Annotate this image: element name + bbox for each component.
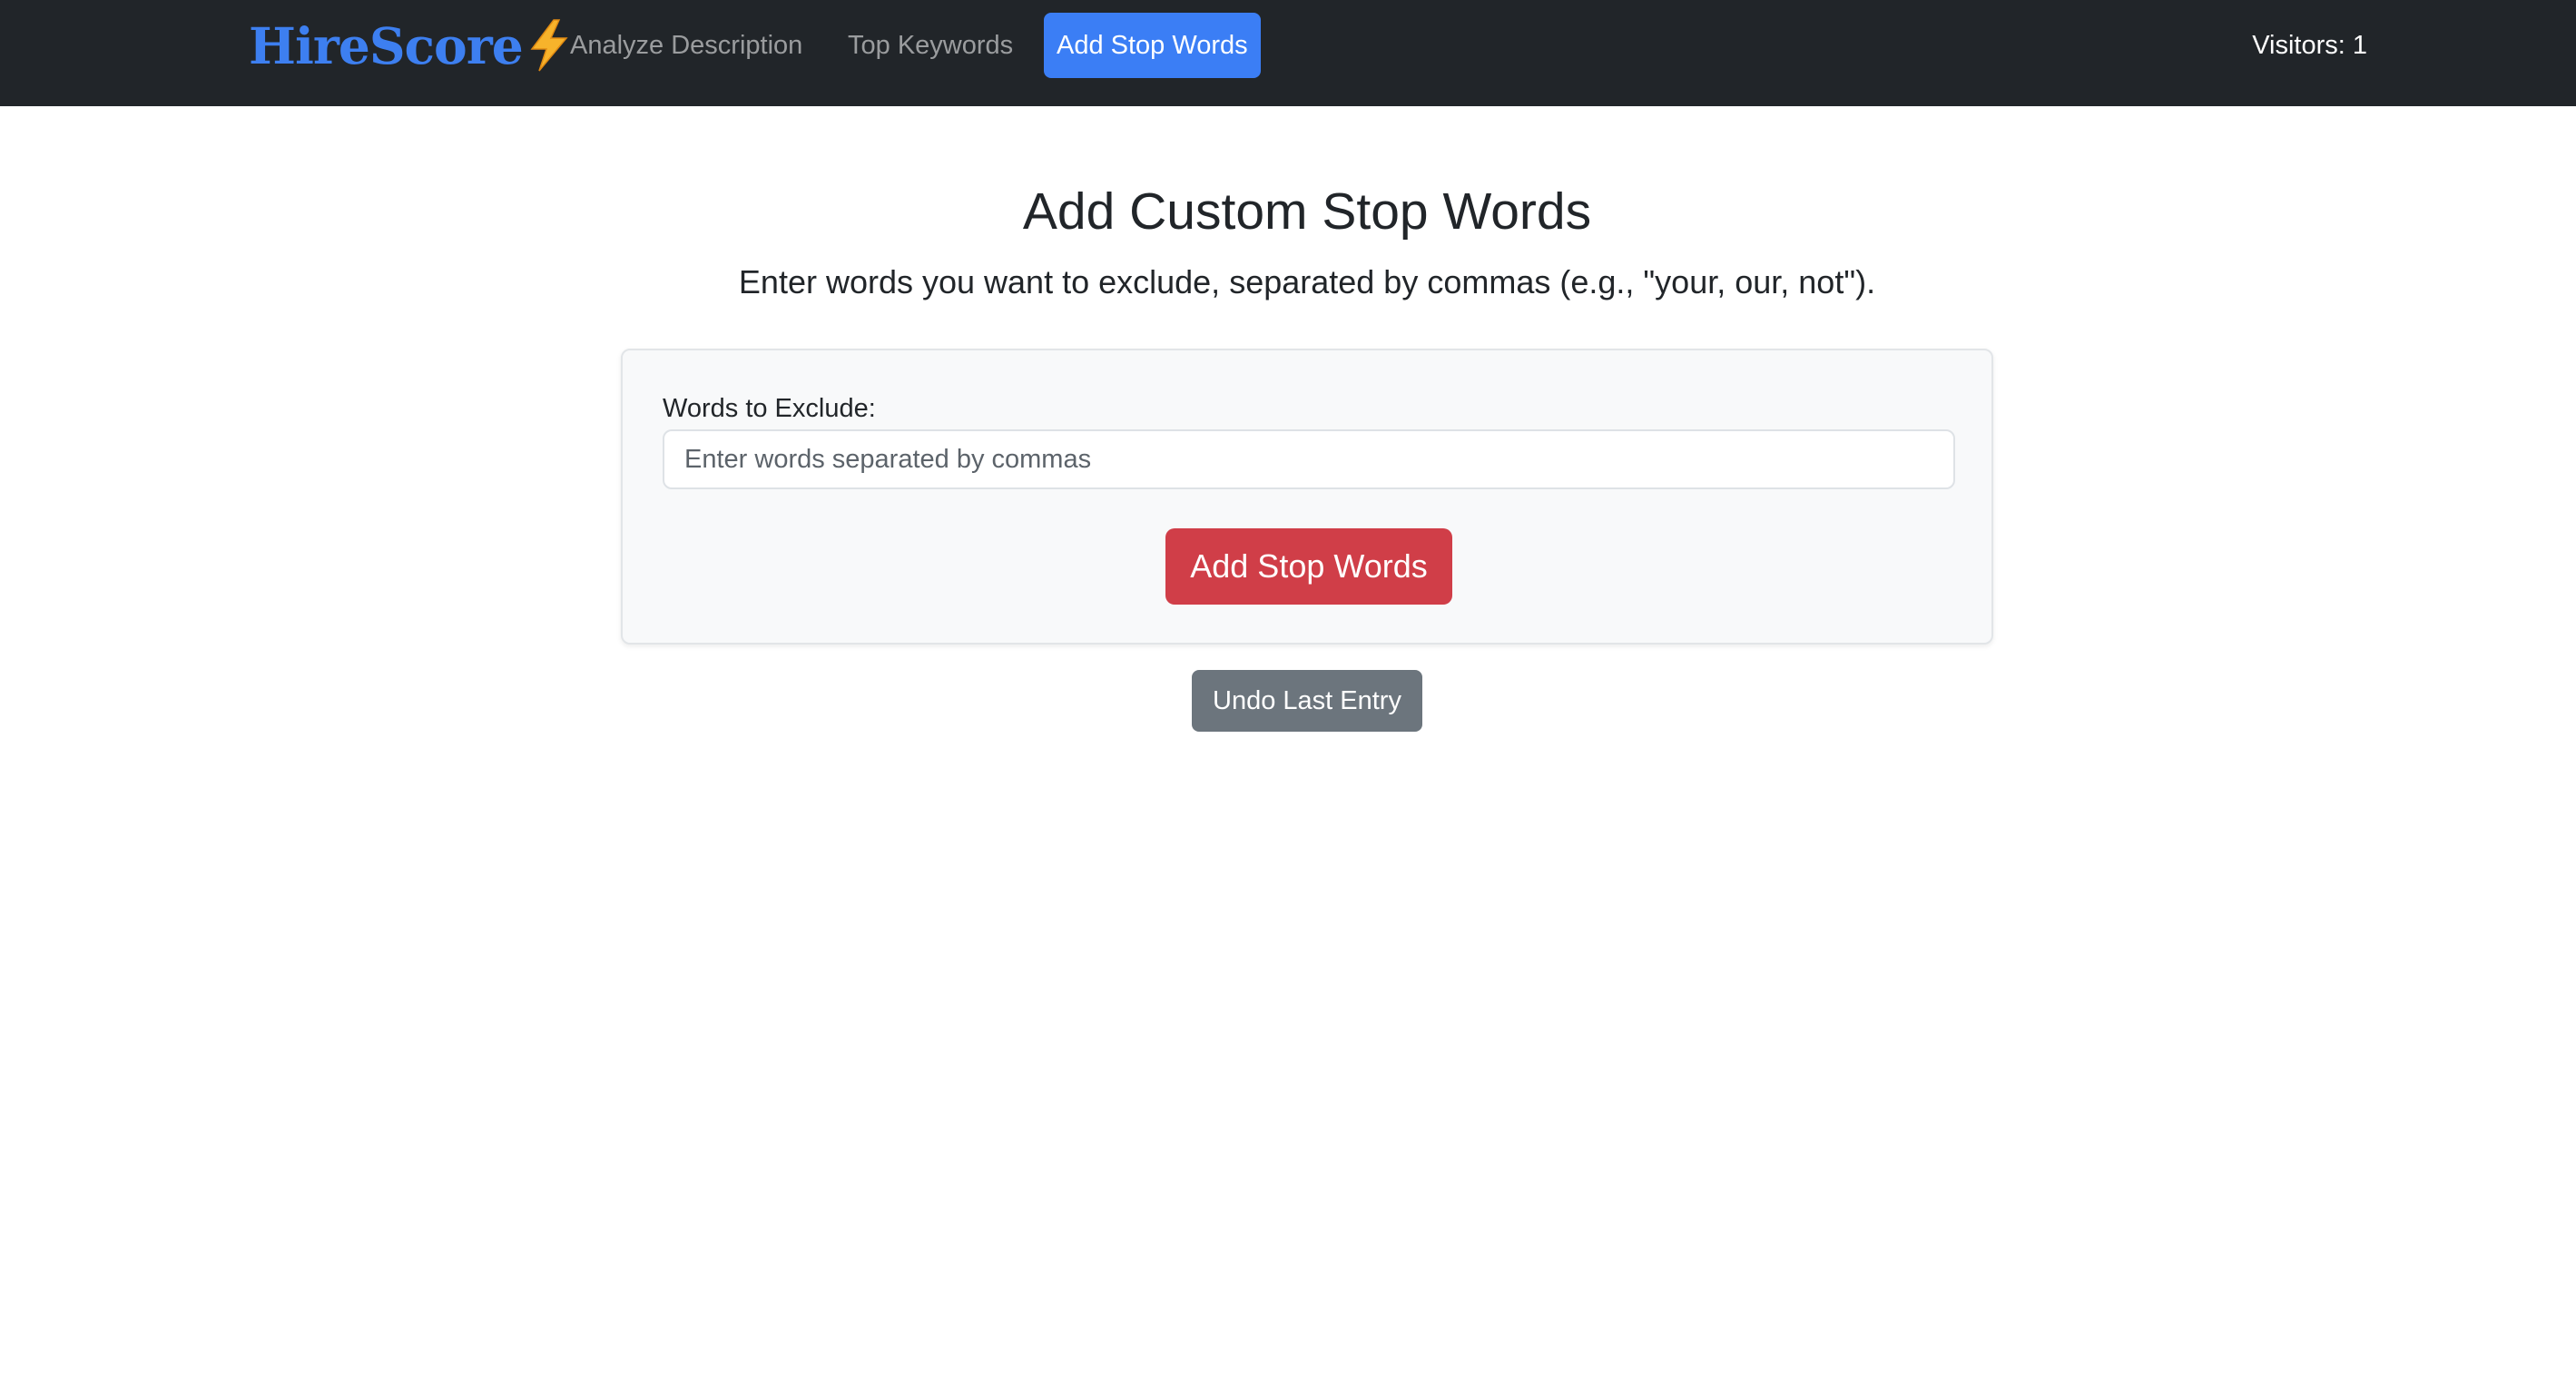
nav-link-add-stop-words[interactable]: Add Stop Words: [1044, 13, 1261, 78]
page-subtitle: Enter words you want to exclude, separat…: [738, 263, 1876, 300]
brand-name: HireScore: [249, 15, 524, 75]
stop-words-form-card: Words to Exclude: Add Stop Words: [621, 349, 1993, 645]
nav-link-analyze-description[interactable]: Analyze Description: [557, 13, 815, 78]
brand-logo-link[interactable]: HireScore: [249, 13, 572, 78]
top-navbar: HireScore Analyze Description Top Keywor…: [0, 0, 2576, 106]
page-title: Add Custom Stop Words: [1022, 182, 1592, 241]
words-to-exclude-input[interactable]: [663, 429, 1955, 489]
nav-link-top-keywords[interactable]: Top Keywords: [835, 13, 1026, 78]
undo-last-entry-button[interactable]: Undo Last Entry: [1192, 670, 1422, 732]
visitor-counter: Visitors: 1: [2252, 30, 2367, 60]
add-stop-words-button[interactable]: Add Stop Words: [1165, 528, 1452, 605]
words-to-exclude-label: Words to Exclude:: [663, 394, 876, 423]
